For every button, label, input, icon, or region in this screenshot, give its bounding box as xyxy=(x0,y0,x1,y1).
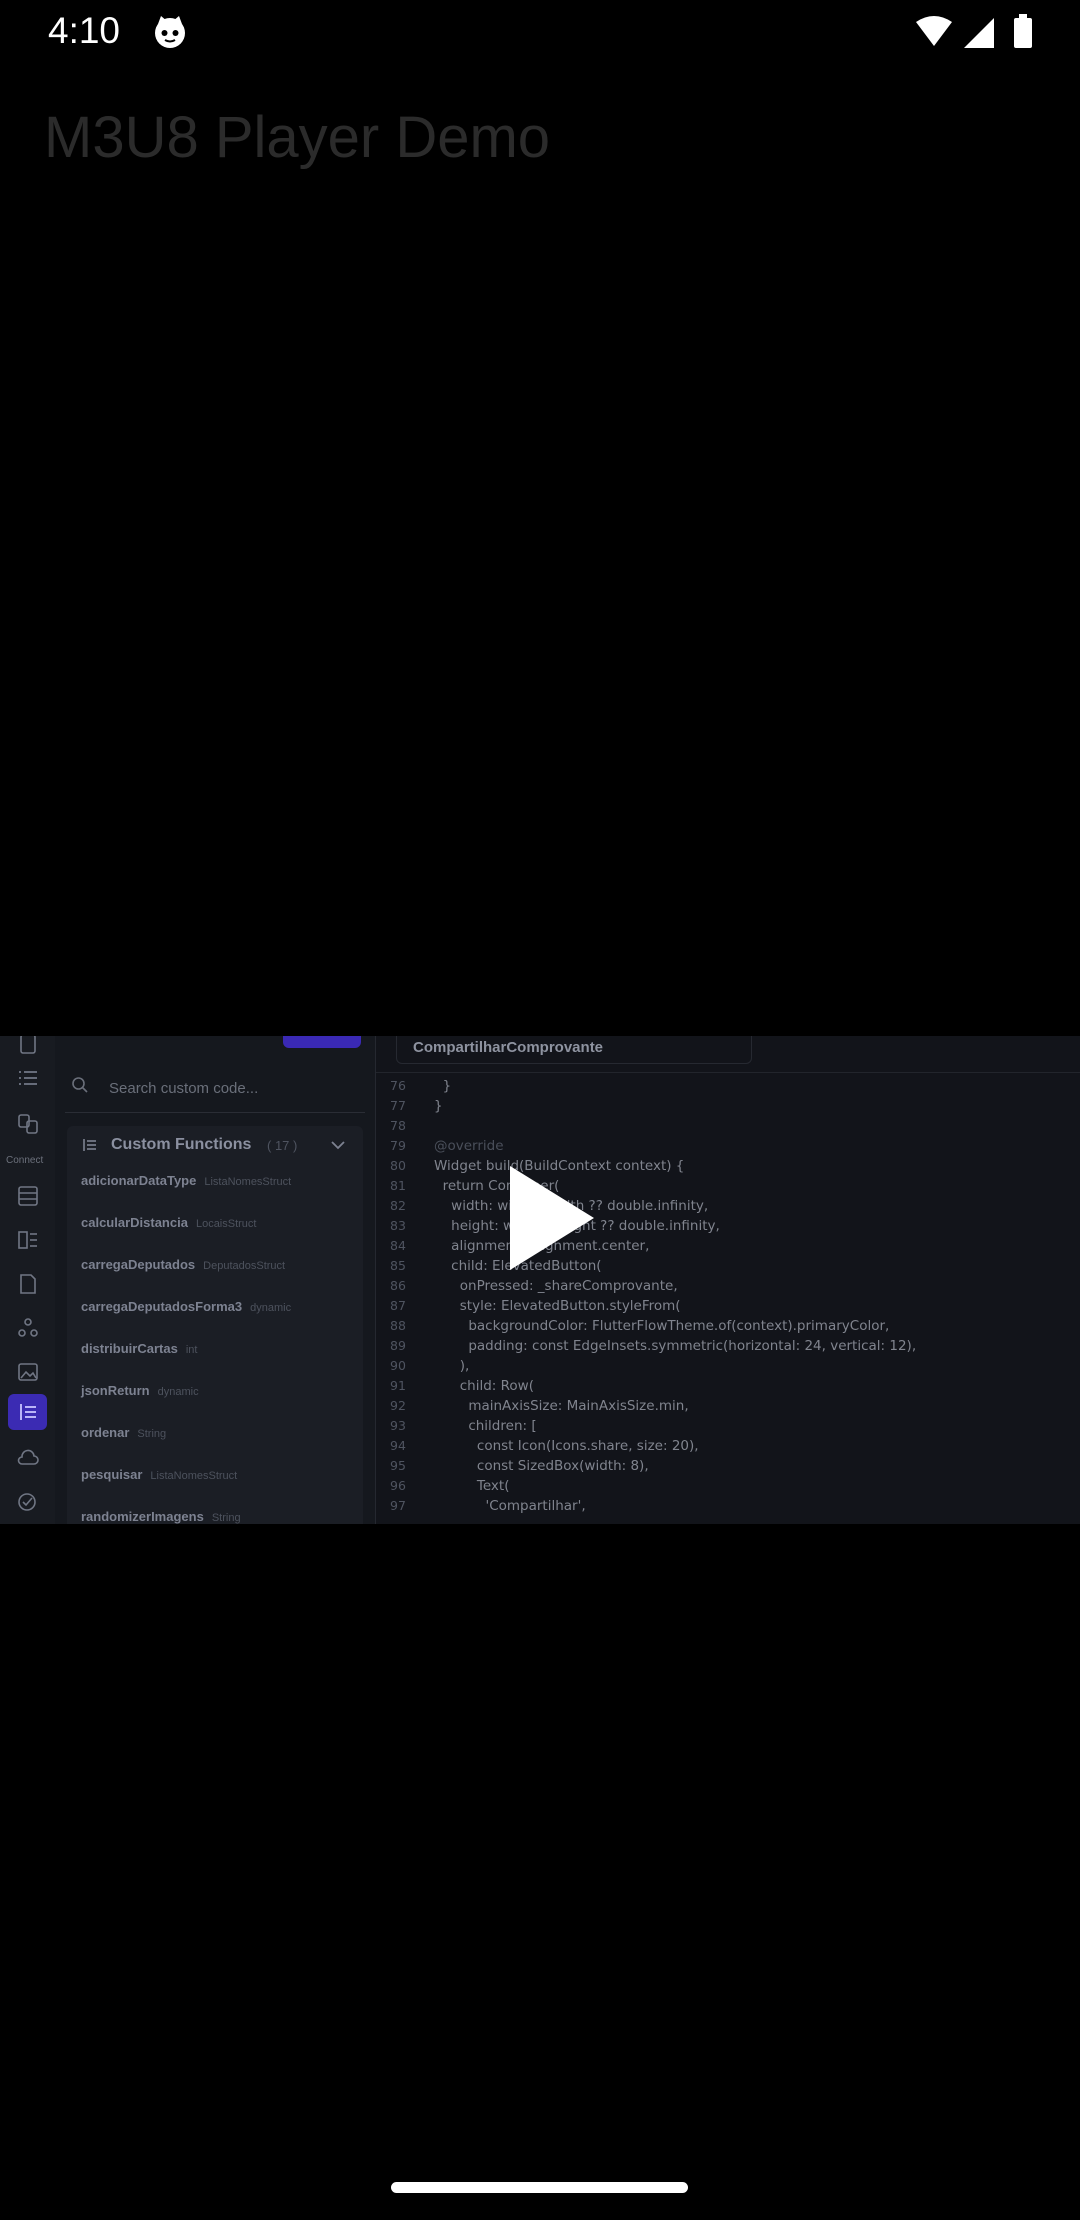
columns-icon[interactable] xyxy=(16,1228,40,1252)
file-icon[interactable] xyxy=(16,1272,40,1296)
custom-functions-section: Custom Functions ( 17 ) adicionarDataTyp… xyxy=(67,1126,363,1524)
status-time: 4:10 xyxy=(48,10,121,51)
search-custom-code[interactable]: Search custom code... xyxy=(65,1066,365,1113)
status-bar: 4:10 xyxy=(0,0,1080,66)
icon-rail: Connect xyxy=(0,1036,56,1524)
search-input[interactable]: Search custom code... xyxy=(109,1080,258,1097)
code-editor: CompartilharComprovante 76 } 77} 78 79 @o… xyxy=(376,1036,1080,1524)
battery-icon xyxy=(1014,14,1032,48)
list-item[interactable]: randomizerImagens String xyxy=(81,1508,241,1524)
database-icon[interactable] xyxy=(16,1184,40,1208)
section-count: ( 17 ) xyxy=(267,1138,298,1153)
list-item[interactable]: jsonReturn dynamic xyxy=(81,1382,199,1402)
list-item[interactable]: calcularDistancia LocaisStruct xyxy=(81,1214,256,1234)
list-item[interactable]: carregaDeputadosForma3 dynamic xyxy=(81,1298,291,1318)
connect-label: Connect xyxy=(6,1155,44,1166)
connect-icon[interactable] xyxy=(16,1112,40,1136)
list-icon[interactable] xyxy=(16,1066,40,1090)
video-player[interactable]: Connect Search custom code... Custom Fun… xyxy=(0,1036,1080,1524)
list-item[interactable]: pesquisar ListaNomesStruct xyxy=(81,1466,237,1486)
cat-icon xyxy=(155,16,185,48)
check-settings-icon[interactable] xyxy=(16,1490,40,1514)
tab-label: CompartilharComprovante xyxy=(413,1039,604,1056)
api-icon[interactable] xyxy=(16,1316,40,1340)
play-icon[interactable] xyxy=(510,1166,594,1270)
cloud-icon[interactable] xyxy=(16,1446,40,1470)
search-icon xyxy=(72,1077,88,1093)
chevron-down-icon[interactable] xyxy=(329,1136,347,1154)
add-button[interactable] xyxy=(283,1036,361,1048)
list-item[interactable]: adicionarDataType ListaNomesStruct xyxy=(81,1172,291,1192)
editor-tab-bar: CompartilharComprovante xyxy=(376,1036,1080,1073)
image-icon[interactable] xyxy=(16,1360,40,1384)
section-title: Custom Functions xyxy=(111,1136,252,1153)
page-title: M3U8 Player Demo xyxy=(44,105,551,170)
functions-icon xyxy=(83,1139,96,1151)
gesture-nav-bar[interactable] xyxy=(391,2182,688,2193)
signal-icon xyxy=(964,18,994,48)
list-item[interactable]: carregaDeputados DeputadosStruct xyxy=(81,1256,285,1276)
custom-code-icon[interactable] xyxy=(16,1400,40,1424)
page-icon xyxy=(20,1036,36,1054)
tab-compartilhar-comprovante[interactable]: CompartilharComprovante xyxy=(396,1036,752,1064)
list-item[interactable]: distribuirCartas int xyxy=(81,1340,197,1360)
wifi-icon xyxy=(916,16,952,46)
list-item[interactable]: ordenar String xyxy=(81,1424,166,1444)
custom-code-panel: Search custom code... Custom Functions (… xyxy=(55,1036,376,1524)
system-icons xyxy=(916,14,1032,48)
